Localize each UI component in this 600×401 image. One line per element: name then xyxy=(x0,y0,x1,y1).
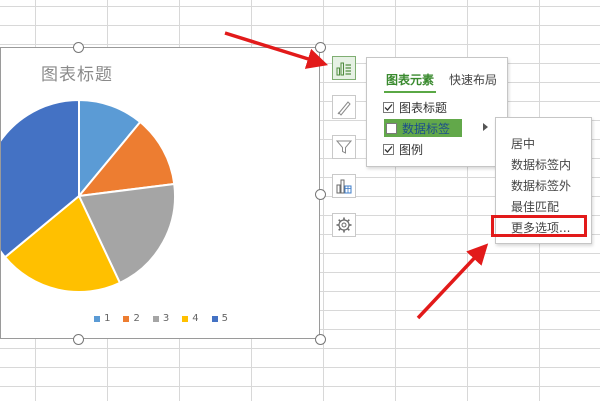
annotation-arrow-bottom xyxy=(416,243,489,320)
annotation-arrow-top xyxy=(224,31,329,69)
annotation-arrows xyxy=(224,31,489,320)
